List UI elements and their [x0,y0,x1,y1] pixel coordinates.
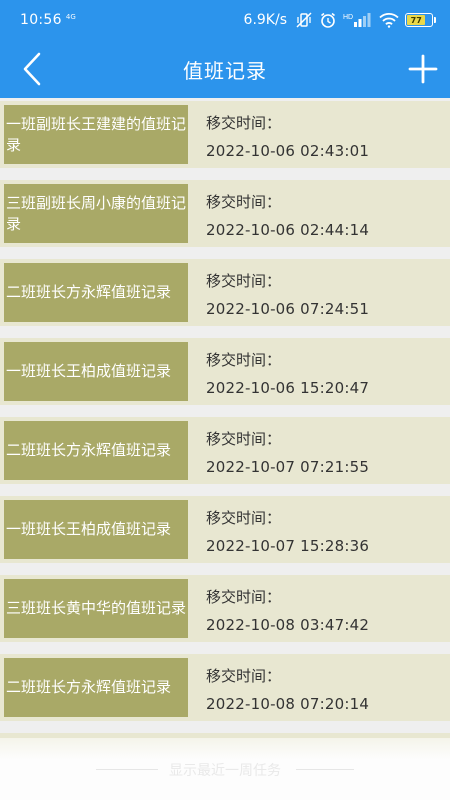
net-speed: 6.9K/s [243,12,287,28]
record-info: 移交时间： 2022-10-07 15:28:36 [206,508,369,556]
handover-label: 移交时间： [206,272,282,290]
record-info: 移交时间： 2022-10-06 07:24:51 [206,271,369,319]
record-title: 二班班长方永辉值班记录 [4,658,188,717]
list-item[interactable]: 二班班长方永辉值班记录 移交时间： 2022-10-06 07:24:51 [0,259,450,326]
status-left: 10:56 4G [20,12,76,28]
nav-bar: 值班记录 [0,40,450,98]
record-info: 移交时间： 2022-10-06 02:44:14 [206,192,369,240]
status-bar: 10:56 4G 6.9K/s HD 77 [0,0,450,40]
alarm-icon [319,11,337,29]
record-title: 二班班长方永辉值班记录 [4,421,188,480]
handover-time: 2022-10-07 07:21:55 [206,458,370,476]
list-item[interactable]: 二班班长方永辉值班记录 移交时间： 2022-10-08 07:20:14 [0,654,450,721]
record-title: 三班副班长周小康的值班记录 [4,184,188,243]
handover-label: 移交时间： [206,430,282,448]
battery-tip [434,17,436,23]
list-item[interactable]: 二班班长方永辉值班记录 移交时间： 2022-10-07 07:21:55 [0,417,450,484]
list-item[interactable]: 三班副班长周小康的值班记录 移交时间： 2022-10-06 02:44:14 [0,180,450,247]
record-title: 一班班长王柏成值班记录 [4,342,188,401]
handover-time: 2022-10-06 02:43:01 [206,142,370,160]
vibrate-off-icon [295,11,313,29]
handover-label: 移交时间： [206,351,282,369]
record-list: 一班副班长王建建的值班记录 移交时间： 2022-10-06 02:43:01 三班副… [0,98,450,800]
list-item[interactable]: 三班班长黄中华的值班记录 移交时间： 2022-10-08 03:47:42 [0,575,450,642]
record-title: 三班班长黄中华的值班记录 [4,579,188,638]
record-info: 移交时间： 2022-10-06 02:43:01 [206,113,369,161]
add-record-button[interactable] [404,50,442,88]
handover-time: 2022-10-06 02:44:14 [206,221,370,239]
handover-time: 2022-10-06 15:20:47 [206,379,370,397]
record-info: 移交时间： 2022-10-08 03:47:42 [206,587,369,635]
status-time: 10:56 [20,12,62,28]
record-info: 移交时间： 2022-10-08 07:20:14 [206,666,369,714]
battery-icon: 77 [405,13,436,27]
handover-label: 移交时间： [206,509,282,527]
record-title: 一班副班长王建建的值班记录 [4,105,188,164]
record-title: 二班班长方永辉值班记录 [4,263,188,322]
handover-time: 2022-10-08 07:20:14 [206,695,370,713]
wifi-icon [379,12,399,28]
list-item[interactable]: 一班班长王柏成值班记录 移交时间： 2022-10-06 15:20:47 [0,338,450,405]
list-item[interactable]: 一班班长王柏成值班记录 移交时间： 2022-10-07 15:28:36 [0,496,450,563]
handover-label: 移交时间： [206,114,282,132]
status-small-indicator: 4G [65,13,76,21]
handover-label: 移交时间： [206,193,282,211]
chevron-left-icon [23,52,41,86]
back-button[interactable] [14,50,50,88]
signal-icon: HD [343,11,373,29]
handover-label: 移交时间： [206,667,282,685]
record-info: 移交时间： 2022-10-07 07:21:55 [206,429,369,477]
battery-level: 77 [407,15,426,25]
handover-time: 2022-10-06 07:24:51 [206,300,370,318]
battery-body: 77 [405,13,433,27]
handover-time: 2022-10-08 03:47:42 [206,616,370,634]
handover-label: 移交时间： [206,588,282,606]
page-title: 值班记录 [183,58,267,83]
status-right: 6.9K/s HD 77 [244,11,436,29]
record-title: 一班班长王柏成值班记录 [4,500,188,559]
handover-time: 2022-10-07 15:28:36 [206,537,370,555]
network-label: HD [343,14,353,21]
plus-icon [408,54,438,84]
record-info: 移交时间： 2022-10-06 15:20:47 [206,350,369,398]
footer-hint: 显示最近一周任务 [169,763,281,779]
list-item[interactable]: 一班副班长王建建的值班记录 移交时间： 2022-10-06 02:43:01 [0,101,450,168]
